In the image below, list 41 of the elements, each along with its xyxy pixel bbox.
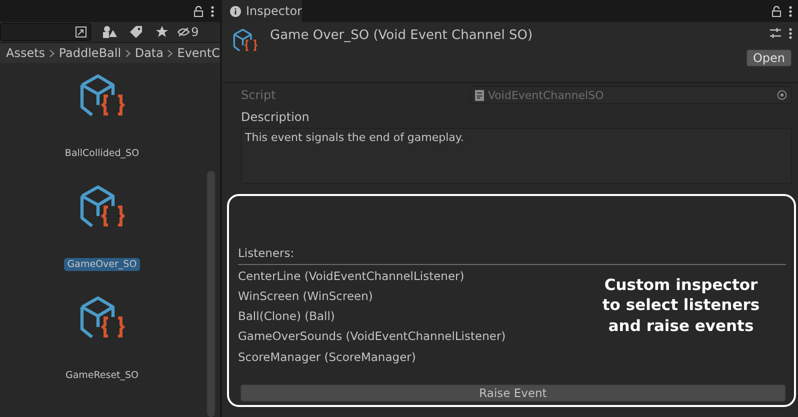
lock-icon[interactable] bbox=[194, 6, 203, 16]
description-field[interactable]: This event signals the end of gameplay. bbox=[241, 128, 792, 184]
scriptable-object-icon bbox=[232, 28, 258, 54]
sliders-icon[interactable] bbox=[770, 28, 781, 38]
listeners-label: Listeners: bbox=[238, 246, 786, 264]
chevron-icon bbox=[167, 48, 174, 58]
breadcrumb-item[interactable]: Data bbox=[134, 46, 164, 60]
search-field[interactable] bbox=[0, 23, 91, 41]
more-icon[interactable] bbox=[789, 28, 792, 39]
star-icon[interactable] bbox=[156, 26, 168, 38]
hidden-count-button[interactable]: 9 bbox=[177, 23, 199, 41]
script-label: Script bbox=[241, 88, 277, 102]
listener-item[interactable]: WinScreen (WinScreen) bbox=[238, 288, 576, 310]
lock-icon[interactable] bbox=[772, 6, 781, 16]
raise-event-button[interactable]: Raise Event bbox=[240, 384, 786, 402]
breadcrumb-item[interactable]: EventC bbox=[177, 46, 220, 60]
asset-label[interactable]: GameReset_SO bbox=[62, 369, 142, 382]
eye-off-icon bbox=[177, 27, 190, 37]
more-icon[interactable] bbox=[211, 6, 214, 16]
expand-icon[interactable] bbox=[75, 26, 87, 38]
breadcrumb-item[interactable]: Assets bbox=[6, 46, 46, 60]
more-icon[interactable] bbox=[789, 6, 792, 16]
listener-item[interactable]: CenterLine (VoidEventChannelListener) bbox=[238, 268, 576, 289]
script-file-icon bbox=[475, 90, 484, 100]
asset-label[interactable]: GameOver_SO bbox=[64, 258, 140, 271]
listener-item[interactable]: ScoreManager (ScoreManager) bbox=[238, 350, 576, 370]
asset-label[interactable]: BallCollided_SO bbox=[62, 147, 142, 160]
target-icon[interactable] bbox=[777, 90, 787, 100]
chevron-icon bbox=[49, 48, 55, 58]
inspector-tab[interactable]: Inspector bbox=[222, 0, 302, 22]
listener-item[interactable]: Ball(Clone) (Ball) bbox=[238, 309, 576, 330]
open-button[interactable]: Open bbox=[746, 49, 792, 67]
chevron-icon bbox=[125, 48, 131, 58]
listener-item[interactable]: GameOverSounds (VoidEventChannelListener) bbox=[238, 329, 576, 350]
callout-text: Custom inspector to select listeners and raise events bbox=[601, 274, 761, 336]
object-title: Game Over_SO (Void Event Channel SO) bbox=[270, 28, 534, 45]
tag-icon[interactable] bbox=[130, 26, 142, 38]
description-label: Description bbox=[241, 110, 310, 124]
breadcrumb-item[interactable]: PaddleBall bbox=[58, 46, 122, 60]
info-icon bbox=[230, 6, 241, 16]
shapes-icon[interactable] bbox=[103, 26, 117, 38]
